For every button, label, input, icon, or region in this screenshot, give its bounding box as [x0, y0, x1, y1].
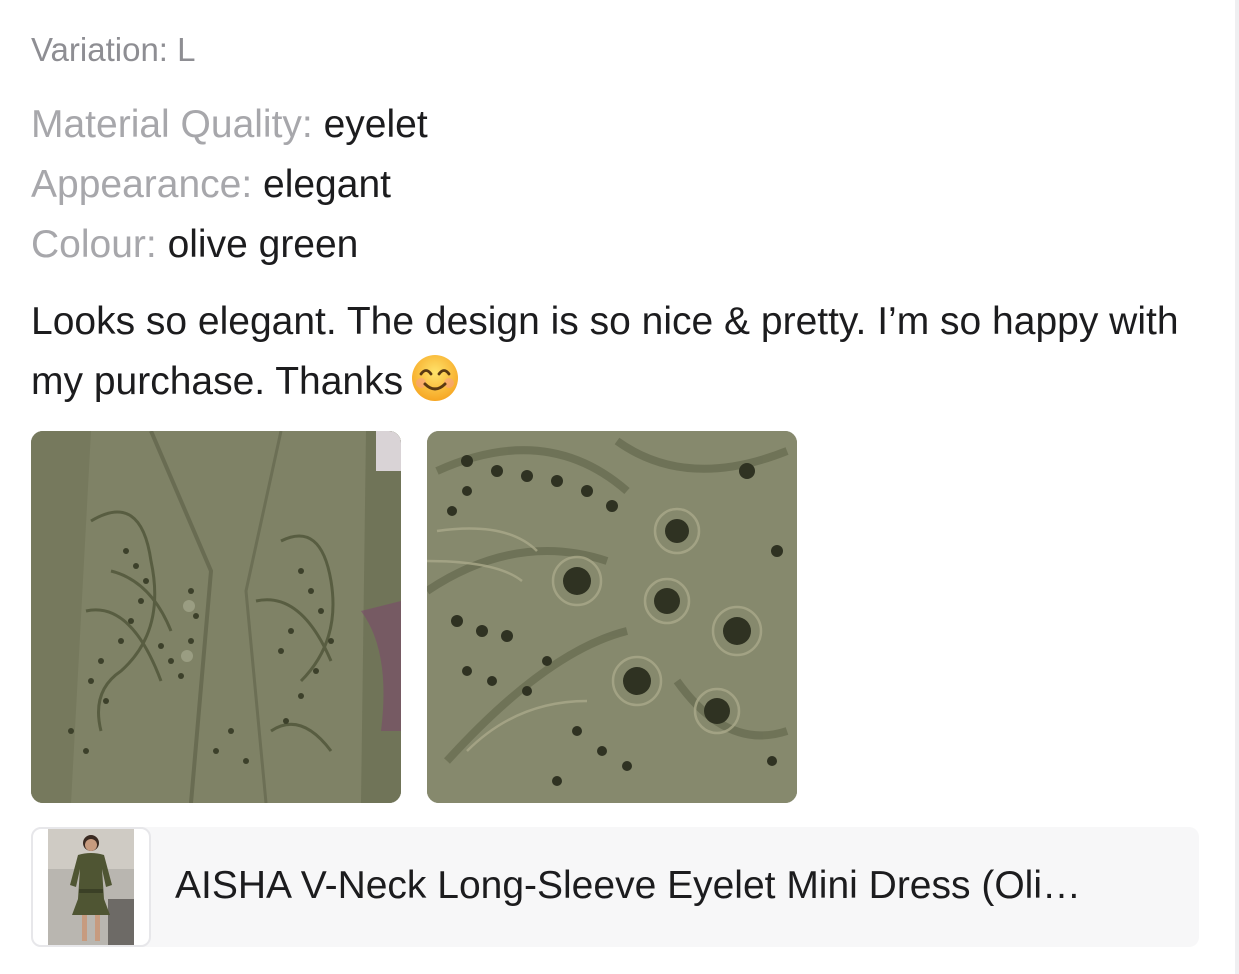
attribute-value: eyelet	[323, 103, 428, 146]
attribute-colour: Colour: olive green	[31, 222, 358, 268]
attribute-value: elegant	[263, 163, 391, 206]
review-text-block: Looks so elegant. The design is so nice …	[31, 292, 1181, 412]
attribute-material-quality: Material Quality: eyelet	[31, 102, 428, 148]
review-photo[interactable]	[427, 431, 797, 803]
attribute-value: olive green	[167, 223, 359, 266]
review-text: Looks so elegant. The design is so nice …	[31, 300, 1179, 403]
attribute-label: Colour:	[31, 223, 157, 266]
smiling-face-icon	[411, 354, 459, 402]
variation-label: Variation: L	[31, 31, 196, 68]
attribute-label: Material Quality:	[31, 103, 313, 146]
product-card[interactable]: AISHA V-Neck Long-Sleeve Eyelet Mini Dre…	[31, 827, 1199, 947]
review-photo[interactable]	[31, 431, 401, 803]
product-title[interactable]: AISHA V-Neck Long-Sleeve Eyelet Mini Dre…	[175, 863, 1175, 909]
product-thumbnail[interactable]	[31, 827, 151, 947]
scrollbar-track[interactable]	[1235, 0, 1239, 974]
attribute-label: Appearance:	[31, 163, 253, 206]
attribute-appearance: Appearance: elegant	[31, 162, 391, 208]
